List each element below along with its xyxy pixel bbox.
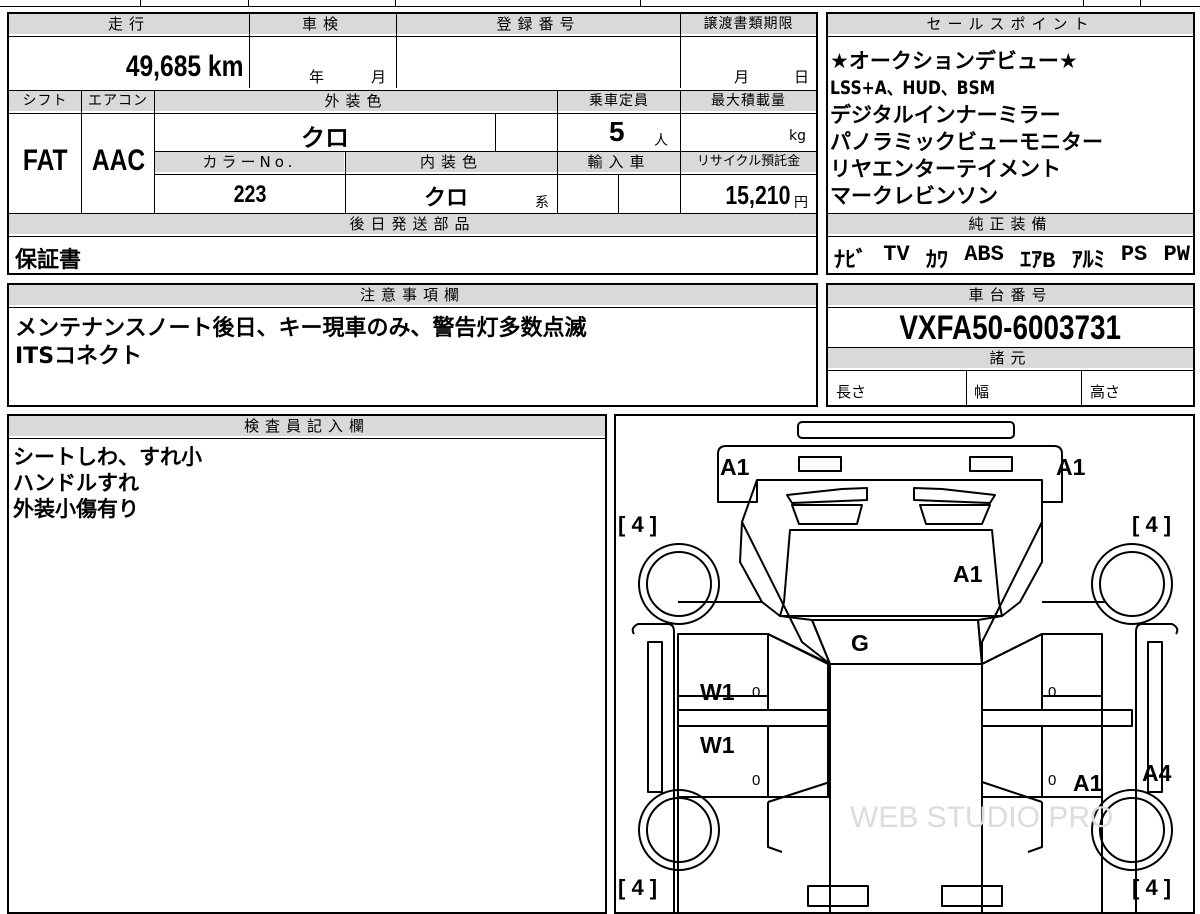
mark-front-left: A1 — [720, 454, 750, 480]
chassis-no-header: 車台番号 — [828, 285, 1193, 305]
mark-right-rear-door: A1 — [1073, 770, 1103, 796]
max-load-header: 最大積載量 — [681, 91, 816, 111]
door-zero-right-front: 0 — [1048, 684, 1056, 701]
mark-hood: A1 — [953, 561, 983, 587]
recycle-header: リサイクル預託金 — [681, 152, 816, 172]
mark-windshield: G — [851, 630, 869, 656]
car-diagram: [ 4 ] [ 4 ] [ 4 ] [ 4 ] A1 A1 A1 G W1 W1… — [618, 421, 1179, 912]
aircon-header: エアコン — [82, 91, 154, 111]
tire-front-left-label: [ 4 ] — [618, 512, 657, 537]
equipment-item: ｱﾙﾐ — [1071, 249, 1105, 274]
spec-length-label: 長さ — [836, 383, 867, 401]
sales-points-header: セールスポイント — [828, 14, 1193, 34]
chassis-box: 車台番号 VXFA50-6003731 諸元 長さ 幅 高さ — [826, 283, 1195, 407]
capacity-header: 乗車定員 — [558, 91, 680, 111]
vehicle-info-table: 走行 車検 登録番号 譲渡書類期限 49,685 km 年 月 月 日 シフト … — [7, 12, 818, 275]
chassis-no-value: VXFA50-6003731 — [899, 309, 1122, 347]
inspector-note-item: 外装小傷有り — [13, 497, 139, 521]
inspector-note-item: シートしわ、すれ小 — [13, 445, 202, 469]
tire-rear-left-label: [ 4 ] — [618, 875, 657, 900]
transfer-month-unit: 月 — [734, 68, 750, 86]
mileage-value: 49,685 km — [125, 50, 243, 83]
inspection-header: 車検 — [250, 14, 396, 34]
equipment-item: ｶﾜ — [925, 249, 948, 274]
imported-header: 輸入車 — [558, 152, 680, 172]
door-zero-right-rear: 0 — [1048, 772, 1056, 789]
car-diagram-box: [ 4 ] [ 4 ] [ 4 ] [ 4 ] A1 A1 A1 G W1 W1… — [614, 414, 1195, 914]
note-item: メンテナンスノート後日、キー現車のみ、警告灯多数点滅 — [15, 316, 587, 341]
later-parts-value: 保証書 — [15, 248, 82, 273]
mark-left-rear-door: W1 — [700, 732, 735, 758]
capacity-value: 5 — [609, 116, 625, 147]
mark-right-rear-fender: A4 — [1142, 760, 1172, 786]
sales-point-item: デジタルインナーミラー — [830, 103, 1061, 127]
interior-color-header: 内装色 — [346, 152, 557, 172]
equipment-item: ｴｱB — [1020, 249, 1056, 274]
inspector-note-item: ハンドルすれ — [13, 471, 139, 495]
sales-point-item: パノラミックビューモニター — [830, 130, 1103, 154]
interior-suffix: 系 — [535, 195, 549, 211]
inspector-notes-list: シートしわ、すれ小 ハンドルすれ 外装小傷有り — [13, 444, 202, 522]
notes-list: メンテナンスノート後日、キー現車のみ、警告灯多数点滅 ITSコネクト — [15, 315, 587, 371]
exterior-color-header: 外装色 — [155, 91, 557, 111]
inspection-year-unit: 年 — [309, 68, 325, 86]
exterior-color-value: クロ — [301, 125, 349, 152]
registration-header: 登録番号 — [397, 14, 680, 34]
tire-front-right-label: [ 4 ] — [1132, 512, 1171, 537]
genuine-equipment-header: 純正装備 — [828, 214, 1193, 234]
spec-height-label: 高さ — [1090, 383, 1121, 401]
inspection-month-unit: 月 — [371, 68, 387, 86]
equipment-item: ABS — [964, 242, 1004, 267]
inspector-header: 検査員記入欄 — [9, 416, 605, 436]
top-cutoff-row — [0, 0, 1200, 8]
shift-header: シフト — [9, 91, 81, 111]
mark-front-right: A1 — [1056, 454, 1086, 480]
spec-width-label: 幅 — [974, 383, 990, 401]
recycle-value: 15,210 — [725, 180, 791, 210]
equipment-item: PS — [1120, 242, 1148, 267]
color-no-value: 223 — [233, 181, 267, 208]
sales-point-item: ★オークションデビュー★ — [830, 49, 1078, 73]
color-no-header: カラーNo. — [155, 152, 344, 172]
max-load-unit: kg — [789, 128, 806, 144]
interior-color-value: クロ — [423, 185, 468, 210]
mark-left-front-door: W1 — [700, 679, 735, 705]
aircon-value: AAC — [91, 144, 145, 177]
sales-points-list: ★オークションデビュー★ LSS+A、HUD、BSM デジタルインナーミラー パ… — [830, 48, 1103, 210]
later-parts-header: 後日発送部品 — [9, 214, 816, 234]
equipment-item: PW — [1163, 242, 1190, 267]
mileage-header: 走行 — [9, 14, 249, 34]
inspector-notes-box: 検査員記入欄 シートしわ、すれ小 ハンドルすれ 外装小傷有り — [7, 414, 607, 914]
notes-box: 注意事項欄 メンテナンスノート後日、キー現車のみ、警告灯多数点滅 ITSコネクト — [7, 283, 818, 407]
sales-points-box: セールスポイント ★オークションデビュー★ LSS+A、HUD、BSM デジタル… — [826, 12, 1195, 275]
equipment-list: ﾅﾋﾞ TV ｶﾜ ABS ｴｱB ｱﾙﾐ PS PW — [834, 242, 1190, 274]
transfer-day-unit: 日 — [794, 68, 810, 86]
specs-header: 諸元 — [828, 348, 1193, 368]
equipment-item: TV — [883, 242, 910, 267]
capacity-unit: 人 — [654, 133, 668, 149]
watermark: WEB STUDIO PRO — [850, 801, 1113, 834]
shift-value: FAT — [22, 144, 68, 177]
sales-point-item: LSS+A、HUD、BSM — [830, 77, 996, 99]
equipment-item: ﾅﾋﾞ — [834, 249, 868, 274]
note-item: ITSコネクト — [15, 344, 143, 369]
sales-point-item: マークレビンソン — [830, 184, 998, 208]
sales-point-item: リヤエンターテイメント — [830, 157, 1061, 181]
transfer-deadline-header: 譲渡書類期限 — [681, 14, 816, 34]
notes-header: 注意事項欄 — [9, 285, 816, 305]
door-zero-left-rear: 0 — [752, 772, 760, 789]
tire-rear-right-label: [ 4 ] — [1132, 875, 1171, 900]
recycle-unit: 円 — [794, 195, 808, 211]
door-zero-left-front: 0 — [752, 684, 760, 701]
